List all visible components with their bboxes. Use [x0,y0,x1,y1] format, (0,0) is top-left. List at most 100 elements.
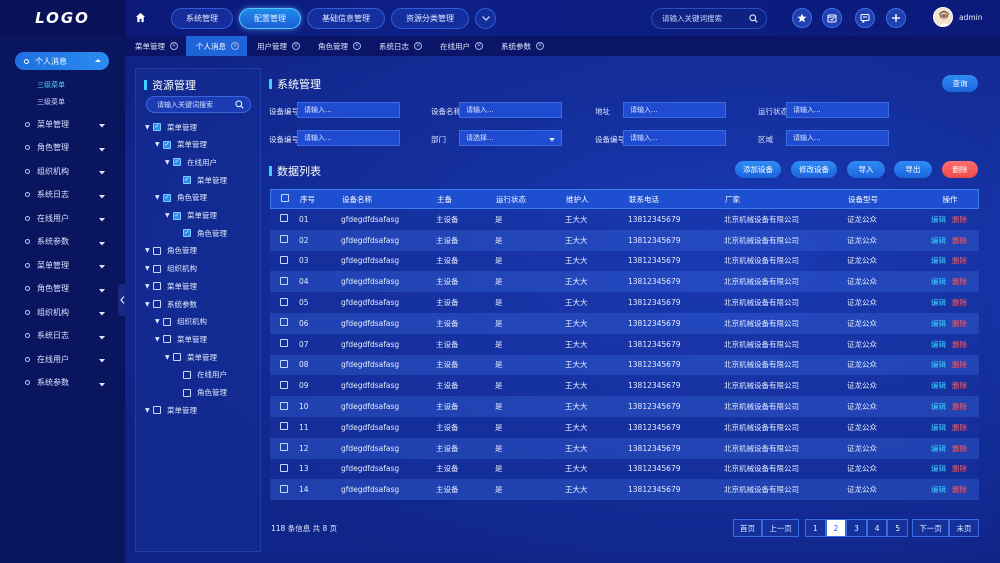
tab-item[interactable]: 系统参数 × [491,36,552,56]
tree-node[interactable]: ▼ 系统参数 [145,299,197,309]
tree-checkbox[interactable] [173,353,181,362]
row-checkbox[interactable] [280,484,288,493]
tree-checkbox[interactable] [153,406,161,415]
delete-link[interactable]: 删除 [952,276,967,287]
select-all-checkbox[interactable] [281,194,289,202]
table-row[interactable]: 02 gfdegdfdsafasg 主设备 是 王大大 13812345679 北京机械设备… [270,229,979,251]
caret-down-icon[interactable]: ▼ [155,194,163,201]
username[interactable]: admin [959,13,983,22]
row-checkbox[interactable] [280,297,288,306]
tree-node[interactable]: ▼ 角色管理 [145,246,197,256]
tree-node[interactable]: ▼ 菜单管理 [145,122,197,132]
sidebar-item[interactable]: 系统日志 [25,189,105,201]
edit-link[interactable]: 编辑 [931,443,946,454]
chevron-down-icon[interactable] [475,8,496,29]
tree-node[interactable]: ▼ 菜单管理 [155,140,207,150]
sidebar-item-personal-message[interactable]: 个人消息 [15,52,109,70]
edit-link[interactable]: 编辑 [931,235,946,246]
close-icon[interactable]: × [414,42,422,50]
tab-item[interactable]: 个人消息 × [186,36,247,56]
sidebar-item[interactable]: 角色管理 [25,283,105,295]
sidebar-item[interactable]: 在线用户 [25,212,105,224]
table-row[interactable]: 04 gfdegdfdsafasg 主设备 是 王大大 13812345679 北京机械设备… [270,271,979,293]
tree-node[interactable]: 在线用户 [175,370,227,380]
sidebar-item[interactable]: 在线用户 [25,353,105,365]
calendar-icon[interactable] [822,8,842,28]
row-checkbox[interactable] [280,359,288,368]
row-checkbox[interactable] [280,422,288,431]
user-menu[interactable]: admin [933,7,983,27]
topnav-item[interactable]: 系统管理 [171,8,233,29]
tree-checkbox[interactable] [183,176,191,185]
form-field-input[interactable]: 请输入... [623,102,726,118]
tab-item[interactable]: 角色管理 × [308,36,369,56]
delete-link[interactable]: 删除 [952,297,967,308]
form-field-input[interactable]: 请输入... [623,130,726,146]
table-row[interactable]: 11 gfdegdfdsafasg 主设备 是 王大大 13812345679 北京机械设备… [270,416,979,438]
row-checkbox[interactable] [280,235,288,244]
tree-node[interactable]: 菜单管理 [175,175,227,185]
delete-link[interactable]: 删除 [952,401,967,412]
tree-node[interactable]: ▼ 组织机构 [155,317,207,327]
close-icon[interactable]: × [353,42,361,50]
table-row[interactable]: 06 gfdegdfdsafasg 主设备 是 王大大 13812345679 北京机械设备… [270,312,979,334]
row-checkbox[interactable] [280,214,288,223]
add-icon[interactable] [886,8,906,28]
edit-link[interactable]: 编辑 [931,297,946,308]
sidebar-sub-item[interactable]: 三级菜单 [37,80,65,90]
form-field-input[interactable]: 请输入... [297,130,400,146]
caret-down-icon[interactable]: ▼ [145,124,153,131]
tab-item[interactable]: 在线用户 × [430,36,491,56]
tree-node[interactable]: ▼ 菜单管理 [145,405,197,415]
caret-down-icon[interactable]: ▼ [165,212,173,219]
tree-node[interactable]: ▼ 角色管理 [155,193,207,203]
avatar[interactable] [933,7,953,27]
page-number-button[interactable]: 2 [825,519,847,537]
message-icon[interactable] [855,8,875,28]
form-field-input[interactable]: 请输入... [786,102,889,118]
tree-checkbox[interactable] [153,123,161,131]
prev-page-button[interactable]: 上一页 [762,519,799,537]
tree-node[interactable]: ▼ 组织机构 [145,264,197,274]
department-select[interactable]: 请选择... [459,130,562,146]
row-checkbox[interactable] [280,318,288,327]
delete-link[interactable]: 删除 [952,339,967,350]
sidebar-item[interactable]: 组织机构 [25,306,105,318]
import-button[interactable]: 导入 [847,161,885,178]
sidebar-item[interactable]: 角色管理 [25,142,105,154]
page-number-button[interactable]: 1 [805,519,826,537]
star-icon[interactable] [792,8,812,28]
caret-down-icon[interactable]: ▼ [145,407,153,414]
sidebar-item[interactable]: 系统日志 [25,330,105,342]
edit-link[interactable]: 编辑 [931,484,946,495]
caret-down-icon[interactable]: ▼ [165,354,173,361]
tree-checkbox[interactable] [163,193,171,202]
edit-link[interactable]: 编辑 [931,463,946,474]
table-row[interactable]: 08 gfdegdfdsafasg 主设备 是 王大大 13812345679 北京机械设备… [270,354,979,376]
caret-down-icon[interactable]: ▼ [155,318,163,325]
home-icon[interactable] [133,10,147,24]
tree-node[interactable]: ▼ 菜单管理 [165,352,217,362]
search-icon[interactable] [749,14,758,23]
tree-node[interactable]: ▼ 在线用户 [165,157,217,167]
close-icon[interactable]: × [292,42,300,50]
delete-link[interactable]: 删除 [952,443,967,454]
edit-link[interactable]: 编辑 [931,401,946,412]
edit-link[interactable]: 编辑 [931,359,946,370]
row-checkbox[interactable] [280,255,288,264]
logo[interactable]: LOGO [0,0,125,36]
caret-down-icon[interactable]: ▼ [145,247,153,254]
delete-link[interactable]: 删除 [952,359,967,370]
form-field-input[interactable]: 请输入... [459,102,562,118]
table-row[interactable]: 07 gfdegdfdsafasg 主设备 是 王大大 13812345679 北京机械设备… [270,333,979,355]
table-row[interactable]: 13 gfdegdfdsafasg 主设备 是 王大大 13812345679 北京机械设备… [270,458,979,480]
tab-item[interactable]: 用户管理 × [247,36,308,56]
delete-link[interactable]: 删除 [952,214,967,225]
page-number-button[interactable]: 3 [846,519,867,537]
edit-link[interactable]: 编辑 [931,214,946,225]
tree-checkbox[interactable] [153,300,161,308]
edit-link[interactable]: 编辑 [931,422,946,433]
delete-link[interactable]: 删除 [952,235,967,246]
form-field-input[interactable]: 请输入... [786,130,889,146]
close-icon[interactable]: × [231,42,239,50]
